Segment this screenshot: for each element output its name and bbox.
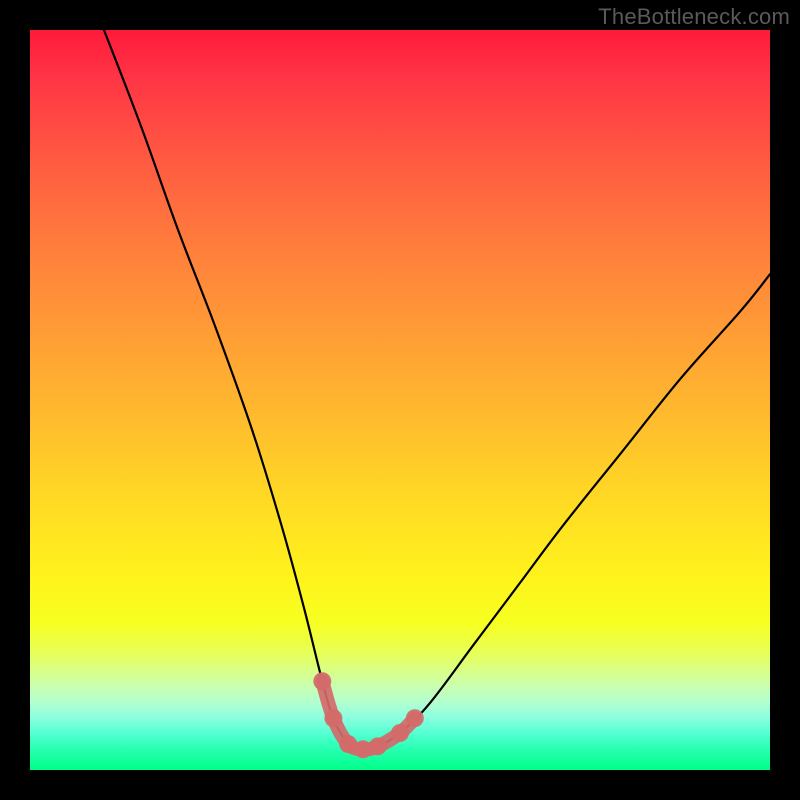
highlight-dot xyxy=(391,724,409,742)
plot-area xyxy=(30,30,770,770)
highlight-dot xyxy=(313,672,331,690)
highlight-dot xyxy=(324,709,342,727)
highlight-dot xyxy=(406,709,424,727)
watermark-text: TheBottleneck.com xyxy=(598,4,790,30)
highlight-dot xyxy=(354,740,372,758)
highlight-dot xyxy=(369,737,387,755)
highlight-dots xyxy=(313,672,424,758)
curve-svg xyxy=(30,30,770,770)
chart-frame: TheBottleneck.com xyxy=(0,0,800,800)
main-curve-path xyxy=(104,30,770,749)
